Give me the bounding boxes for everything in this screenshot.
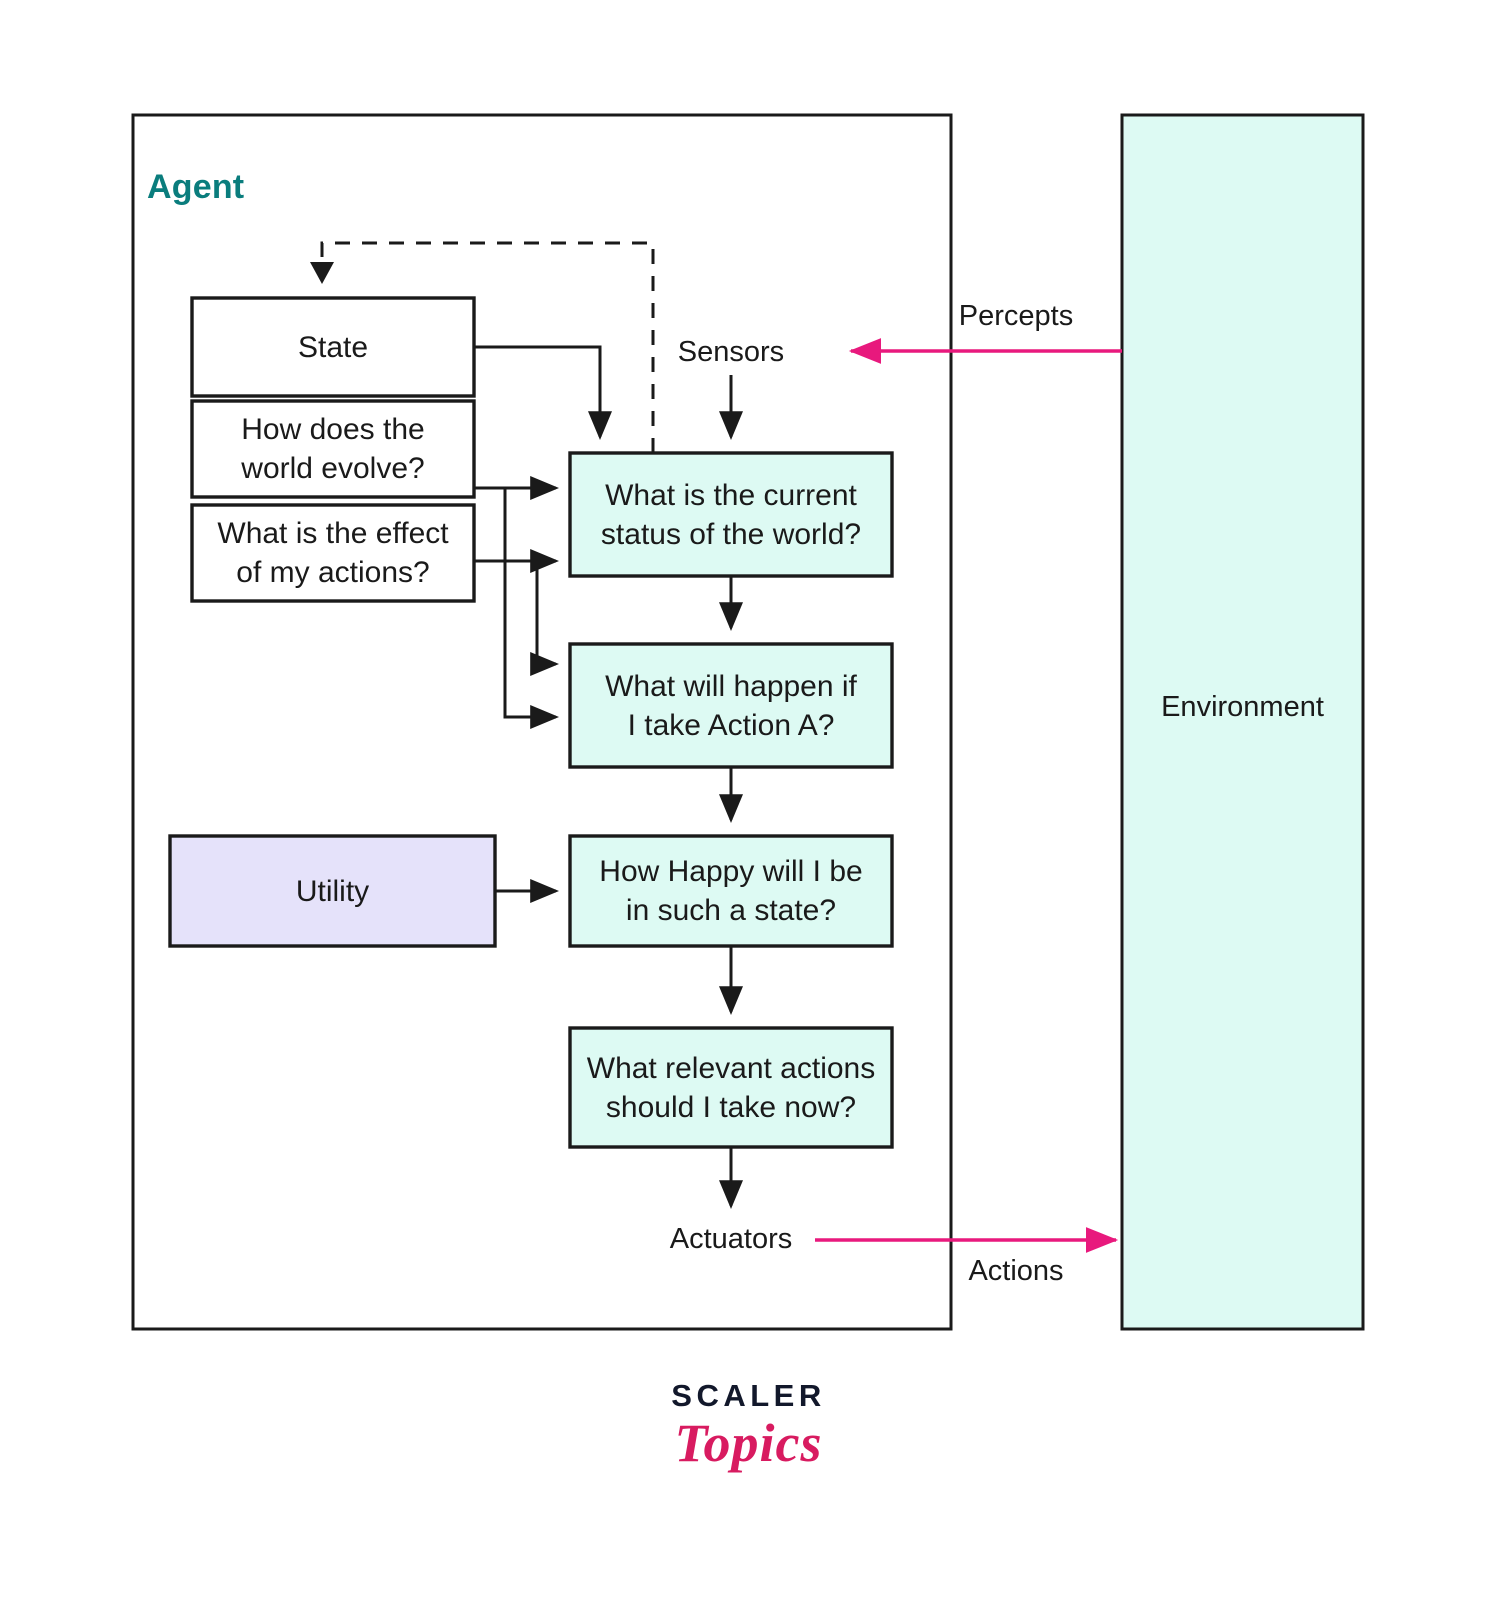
state-box [190, 296, 476, 398]
what-will-happen-box [568, 642, 894, 769]
how-happy-box [568, 834, 894, 948]
effect-of-actions-box [190, 503, 476, 603]
diagram-canvas: Agent State How does the world evolve? W… [0, 0, 1497, 1600]
environment-container-box [1120, 113, 1365, 1331]
agent-title-label: Agent [147, 168, 245, 206]
relevant-actions-box [568, 1026, 894, 1149]
diagram-vector-layer [131, 113, 1365, 1331]
logo-scaler-text: SCALER [671, 1378, 826, 1413]
logo-topics-text: Topics [674, 1413, 823, 1473]
utility-box [168, 834, 497, 948]
current-status-box [568, 451, 894, 578]
world-evolve-box [190, 399, 476, 499]
scaler-topics-logo: SCALER Topics [0, 1380, 1497, 1472]
